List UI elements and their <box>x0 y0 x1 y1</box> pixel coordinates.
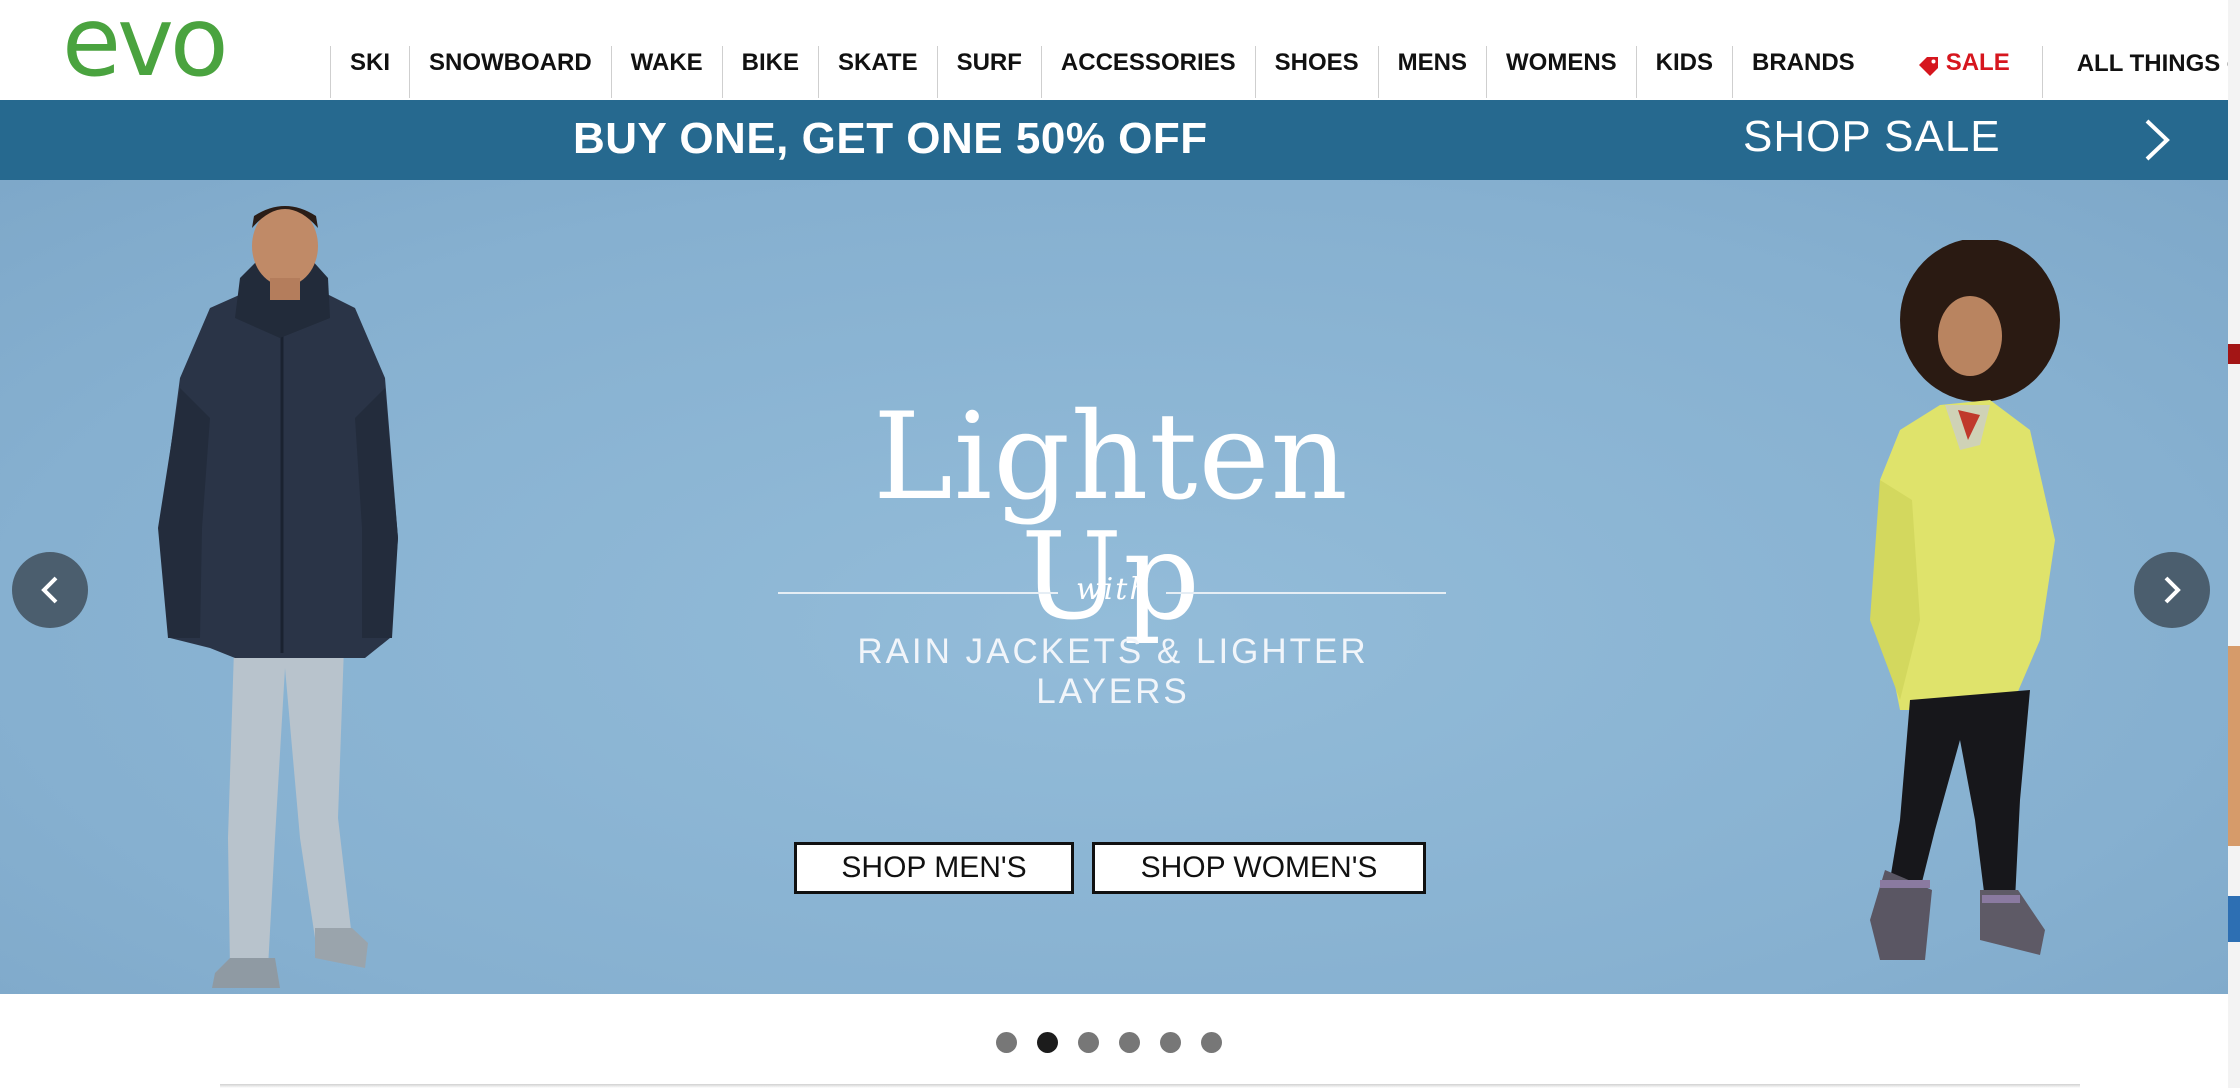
evo-logo[interactable]: evo <box>62 0 229 90</box>
divider-line-right <box>1166 592 1446 594</box>
carousel-next-button[interactable] <box>2134 552 2210 628</box>
nav-skate[interactable]: SKATE <box>818 46 937 98</box>
chevron-right-icon[interactable] <box>2142 118 2172 162</box>
nav-kids[interactable]: KIDS <box>1635 46 1732 98</box>
edge-red-strip <box>2228 344 2240 364</box>
promo-text: BUY ONE, GET ONE 50% OFF <box>573 114 1208 163</box>
divider-line-left <box>778 592 1058 594</box>
nav-shoes[interactable]: SHOES <box>1254 46 1378 98</box>
carousel-dot[interactable] <box>996 1032 1017 1053</box>
nav-bike[interactable]: BIKE <box>721 46 818 98</box>
edge-image-strip <box>2228 646 2240 846</box>
nav-ski[interactable]: SKI <box>330 46 409 98</box>
with-text: with <box>1076 572 1151 607</box>
hero-subtitle: RAIN JACKETS & LIGHTER LAYERS <box>857 632 1369 711</box>
chevron-right-icon <box>2164 576 2181 604</box>
carousel-dot[interactable] <box>1078 1032 1099 1053</box>
price-tag-icon <box>1918 52 1940 76</box>
shop-sale-link[interactable]: SHOP SALE <box>1743 112 2001 162</box>
nav-snowboard[interactable]: SNOWBOARD <box>409 46 611 98</box>
adjacent-window-edge <box>2228 0 2240 1088</box>
edge-blue-strip <box>2228 896 2240 942</box>
male-model-image <box>158 206 398 988</box>
nav-mens[interactable]: MENS <box>1377 46 1486 98</box>
hero-carousel: Lighten Up with RAIN JACKETS & LIGHTER L… <box>0 180 2228 994</box>
nav-accessories[interactable]: ACCESSORIES <box>1040 46 1255 98</box>
carousel-dot[interactable] <box>1201 1032 1222 1053</box>
nav-womens[interactable]: WOMENS <box>1486 46 1636 98</box>
shop-womens-button[interactable]: SHOP WOMEN'S <box>1092 842 1426 894</box>
site-header: evo SKI SNOWBOARD WAKE BIKE SKATE SURF A… <box>0 0 2240 101</box>
promo-banner[interactable]: BUY ONE, GET ONE 50% OFF SHOP SALE <box>0 100 2228 180</box>
carousel-dot[interactable] <box>1119 1032 1140 1053</box>
carousel-dot-active[interactable] <box>1037 1032 1058 1053</box>
female-model-image <box>1870 240 2060 960</box>
main-nav: SKI SNOWBOARD WAKE BIKE SKATE SURF ACCES… <box>330 46 2240 98</box>
carousel-dot[interactable] <box>1160 1032 1181 1053</box>
nav-all-things-evo[interactable]: ALL THINGSevo <box>2041 46 2240 98</box>
nav-sale[interactable]: SALE <box>1874 46 2042 98</box>
carousel-prev-button[interactable] <box>12 552 88 628</box>
nav-brands[interactable]: BRANDS <box>1732 46 1874 98</box>
nav-surf[interactable]: SURF <box>936 46 1041 98</box>
chevron-left-icon <box>41 576 58 604</box>
nav-all-things-label: ALL THINGS <box>2076 50 2221 77</box>
nav-wake[interactable]: WAKE <box>610 46 722 98</box>
with-divider: with <box>778 572 1446 612</box>
shop-mens-button[interactable]: SHOP MEN'S <box>794 842 1074 894</box>
carousel-dots <box>996 1032 1222 1053</box>
nav-sale-label: SALE <box>1945 49 2010 76</box>
content-divider <box>220 1084 2080 1088</box>
